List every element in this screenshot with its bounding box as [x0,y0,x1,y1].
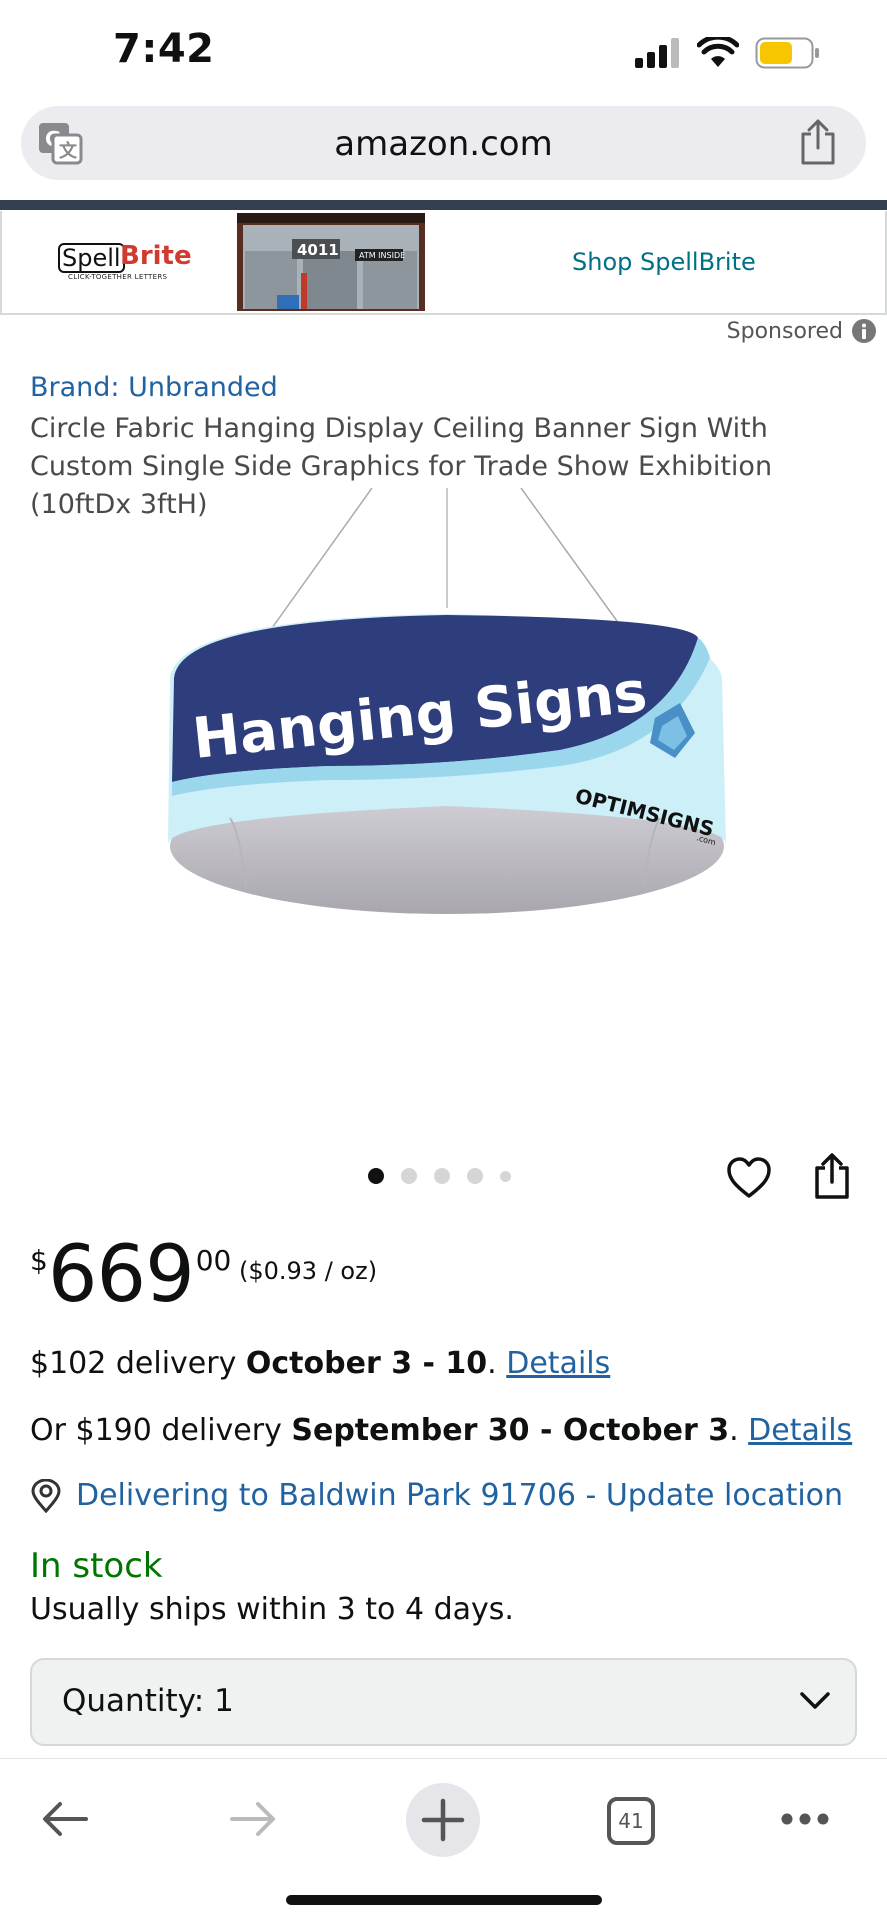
carousel-dot[interactable] [434,1168,450,1184]
status-icons [635,36,821,70]
storefront-number: 4011 [297,241,339,259]
info-icon[interactable] [851,318,877,344]
new-tab-button[interactable] [406,1783,480,1857]
product-image[interactable]: Hanging Signs OPTIMSIGNS .com [150,487,740,958]
carousel-dot[interactable] [500,1170,511,1182]
shop-spellbrite-link[interactable]: Shop SpellBrite [572,248,756,276]
sponsored-banner[interactable]: Spell Brite CLICK-TOGETHER LETTERS 4011 … [0,211,887,315]
delivery-2-details-link[interactable]: Details [748,1413,852,1448]
delivery-2-price: Or $190 delivery [30,1413,292,1448]
quantity-label: Quantity: 1 [62,1683,234,1719]
tabs-button[interactable]: 41 [607,1797,655,1845]
price-fraction: 00 [195,1244,232,1277]
home-indicator [286,1895,602,1905]
price-whole: 669 [47,1230,195,1320]
chevron-down-icon [800,1692,830,1709]
carousel-dot[interactable] [467,1168,483,1184]
url-text[interactable]: amazon.com [21,124,866,164]
logo-text-spell: Spell [58,243,125,273]
location-pin-icon [31,1478,61,1513]
delivery-1-price: $102 delivery [30,1346,246,1381]
share-icon[interactable] [798,118,838,166]
quantity-select[interactable]: Quantity: 1 [30,1658,857,1746]
quantity-value: 1 [214,1683,234,1719]
forward-arrow-icon[interactable] [228,1799,278,1839]
shipping-note: Usually ships within 3 to 4 days. [30,1592,514,1627]
signal-icon [635,38,679,68]
more-icon[interactable] [780,1811,830,1827]
logo-tagline: CLICK-TOGETHER LETTERS [68,273,168,281]
location-text[interactable]: Delivering to Baldwin Park 91706 - Updat… [76,1478,843,1513]
delivery-2-date: September 30 - October 3 [291,1413,730,1448]
price-symbol: $ [30,1244,48,1277]
delivery-1-details-link[interactable]: Details [506,1346,610,1381]
stock-status: In stock [30,1546,163,1586]
header-strip [0,200,887,210]
carousel-dot[interactable] [401,1168,417,1184]
browser-toolbar: 41 [0,1758,887,1920]
delivery-1-date: October 3 - 10 [245,1346,488,1381]
unit-price: ($0.93 / oz) [239,1257,378,1285]
brand-link[interactable]: Brand: Unbranded [30,372,278,403]
sponsored-text: Sponsored [726,318,843,344]
heart-icon[interactable] [726,1156,772,1200]
storefront-image[interactable]: 4011 ATM INSIDE [237,213,425,311]
status-time: 7:42 [113,26,215,72]
storefront-atm-sign: ATM INSIDE [359,251,405,260]
address-bar[interactable]: G 文 amazon.com [21,106,866,180]
delivery-1-sep: . [487,1346,507,1381]
battery-icon [755,37,819,69]
status-bar: 7:42 [0,0,887,104]
quantity-label-text: Quantity: [62,1683,205,1719]
spellbrite-logo[interactable]: Spell Brite CLICK-TOGETHER LETTERS [58,241,192,281]
logo-text-brite: Brite [120,241,192,271]
back-arrow-icon[interactable] [40,1799,90,1839]
carousel-dot[interactable] [368,1168,384,1184]
image-carousel-dots[interactable] [368,1168,511,1184]
sponsored-label[interactable]: Sponsored [727,318,877,344]
delivery-option-1: $102 delivery October 3 - 10. Details [30,1344,610,1384]
price: $ 669 00 [30,1230,231,1320]
delivery-option-2: Or $190 delivery September 30 - October … [30,1411,852,1451]
delivery-2-sep: . [729,1413,749,1448]
wifi-icon [697,37,739,67]
plus-icon [421,1798,465,1842]
delivery-location[interactable]: Delivering to Baldwin Park 91706 - Updat… [30,1478,843,1513]
share-icon[interactable] [812,1152,852,1200]
